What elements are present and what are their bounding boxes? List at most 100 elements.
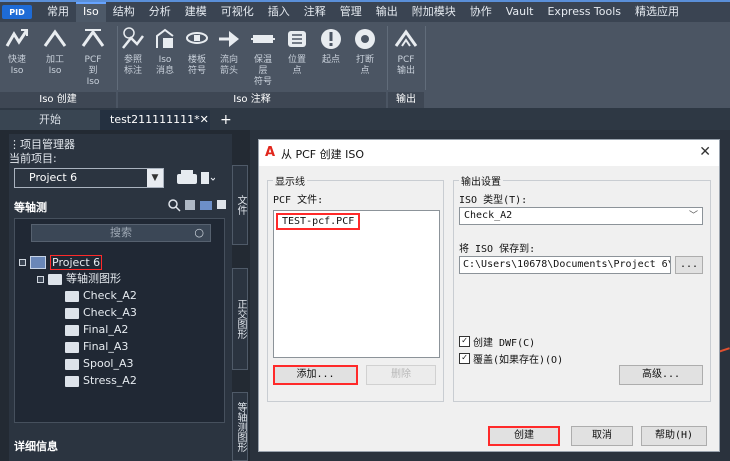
close-icon[interactable]: ✕: [699, 144, 711, 160]
tree-item-stress-a2[interactable]: Stress_A2: [65, 373, 137, 389]
collapse-toggle-icon[interactable]: [19, 258, 26, 266]
tree-node-iso-drawings[interactable]: 等轴测图形: [37, 271, 121, 287]
tab-drawing-active[interactable]: test211111111* ✕: [100, 110, 210, 130]
tree-item-check-a2[interactable]: Check_A2: [65, 288, 137, 304]
create-button[interactable]: 创建: [488, 426, 560, 446]
details-title: 详细信息: [14, 440, 58, 453]
production-iso-button[interactable]: 加工 Iso: [42, 26, 68, 77]
tree-item-check-a3[interactable]: Check_A3: [65, 305, 137, 321]
ribbon-tab-output[interactable]: 输出: [369, 2, 405, 22]
display-lines-group-label: 显示线: [273, 173, 307, 188]
iso-message-label: Iso: [158, 55, 172, 65]
insulation-symbol-button[interactable]: 保温层 符号: [250, 26, 276, 88]
advanced-button[interactable]: 高级...: [619, 365, 703, 385]
ribbon-tab-insert[interactable]: 插入: [261, 2, 297, 22]
location-point-label: 位置: [287, 55, 306, 65]
chevron-down-icon[interactable]: ▼: [147, 169, 163, 187]
help-button[interactable]: 帮助(H): [641, 426, 707, 446]
create-dwf-checkbox[interactable]: ✓ 创建 DWF(C): [459, 334, 535, 349]
tree-search-input[interactable]: 搜索 ○: [31, 224, 211, 242]
pcf-to-iso-button[interactable]: PCF 到 Iso: [80, 26, 106, 88]
pcf-output-label-2: 输出: [396, 66, 415, 76]
start-point-button[interactable]: 起点: [318, 26, 344, 66]
cancel-button[interactable]: 取消: [571, 426, 633, 446]
new-tab-button[interactable]: +: [210, 110, 242, 130]
reference-dimension-icon: [122, 27, 144, 49]
ribbon-tab-analysis[interactable]: 分析: [142, 2, 178, 22]
tree-node-project[interactable]: Project 6: [19, 254, 103, 270]
panel-separator: [425, 26, 426, 90]
ribbon-tab-structure[interactable]: 结构: [106, 2, 142, 22]
insulation-symbol-icon: [251, 35, 275, 43]
application-menu-button[interactable]: PID: [2, 5, 32, 19]
settings-icon[interactable]: [199, 198, 213, 212]
search-icon[interactable]: ○: [194, 225, 204, 241]
overwrite-checkbox[interactable]: ✓ 覆盖(如果存在)(O): [459, 351, 563, 366]
tree-item-spool-a3[interactable]: Spool_A3: [65, 356, 134, 372]
floor-symbol-label-2: 符号: [187, 66, 206, 76]
ribbon-tab-collaborate[interactable]: 协作: [463, 2, 499, 22]
iso-message-button[interactable]: Iso 消息: [152, 26, 178, 77]
pcf-to-iso-label: PCF 到: [84, 55, 102, 76]
ribbon-tab-iso[interactable]: Iso: [76, 2, 106, 22]
insulation-symbol-label-2: 符号: [253, 77, 272, 87]
tree-item-label: Stress_A2: [83, 374, 137, 387]
quick-iso-label-2: Iso: [10, 66, 24, 76]
tab-start[interactable]: 开始: [0, 110, 100, 130]
floor-symbol-button[interactable]: 楼板 符号: [184, 26, 210, 77]
ribbon-tab-annotate[interactable]: 注释: [297, 2, 333, 22]
more-icon[interactable]: [215, 198, 229, 212]
search-icon[interactable]: [167, 198, 181, 212]
ribbon-tab-featured-apps[interactable]: 精选应用: [628, 2, 686, 22]
save-path-input[interactable]: C:\Users\10678\Documents\Project 6\Iso: [459, 256, 671, 274]
save-iso-label: 将 ISO 保存到:: [459, 240, 536, 255]
ribbon-tab-bar: PID 常用 Iso 结构 分析 建模 可视化 插入 注释 管理 输出 附加模块…: [0, 0, 730, 22]
browse-button[interactable]: ...: [675, 256, 703, 274]
ribbon-tab-modeling[interactable]: 建模: [178, 2, 214, 22]
checkbox-checked-icon[interactable]: ✓: [459, 336, 470, 347]
reference-dimension-button[interactable]: 参照 标注: [120, 26, 146, 77]
tree-item-final-a2[interactable]: Final_A2: [65, 322, 128, 338]
current-project-dropdown[interactable]: Project 6 ▼: [14, 168, 164, 188]
print-icon[interactable]: [175, 168, 216, 191]
iso-type-icon: [65, 375, 79, 387]
flow-arrow-button[interactable]: 流向 箭头: [216, 26, 242, 77]
details-section: 详细信息: [9, 431, 232, 461]
dialog-title: 从 PCF 创建 ISO: [281, 148, 365, 161]
tab-close-icon[interactable]: ✕: [200, 110, 209, 130]
ribbon-tab-visualize[interactable]: 可视化: [214, 2, 261, 22]
location-point-button[interactable]: 位置点: [284, 26, 310, 77]
side-tab-iso-drawings[interactable]: 等轴测图形: [232, 392, 248, 461]
remove-button[interactable]: 删除: [366, 365, 436, 385]
collapse-toggle-icon[interactable]: [37, 275, 44, 283]
side-tab-ortho-drawings[interactable]: 正交图形: [232, 268, 248, 370]
panel-iso-create: 快速 Iso 加工 Iso PCF 到 Iso Iso 创建: [0, 22, 116, 108]
ribbon-tab-home[interactable]: 常用: [40, 2, 76, 22]
ribbon-tab-manage[interactable]: 管理: [333, 2, 369, 22]
pcf-output-button[interactable]: PCF 输出: [393, 26, 419, 77]
tree-item-label: Check_A3: [83, 306, 137, 319]
ribbon-panel-area: 快速 Iso 加工 Iso PCF 到 Iso Iso 创建 参照 标注 Iso 消息: [0, 22, 730, 108]
side-tab-files[interactable]: 文件: [232, 165, 248, 245]
overwrite-label: 覆盖(如果存在)(O): [473, 355, 564, 366]
checkbox-checked-icon[interactable]: ✓: [459, 353, 470, 364]
tree-item-label: Final_A2: [83, 323, 129, 336]
ribbon-tab-addins[interactable]: 附加模块: [405, 2, 463, 22]
output-settings-group-label: 输出设置: [459, 173, 503, 188]
flow-arrow-label-2: 箭头: [219, 66, 238, 76]
project-icon: [30, 255, 46, 269]
pcf-file-item[interactable]: TEST-pcf.PCF: [276, 213, 361, 230]
search-placeholder: 搜索: [110, 226, 132, 239]
iso-type-dropdown[interactable]: Check_A2 ﹀: [459, 207, 703, 225]
add-button[interactable]: 添加...: [273, 365, 358, 385]
location-point-label-2: 点: [292, 66, 302, 76]
pcf-file-list[interactable]: TEST-pcf.PCF: [273, 210, 440, 358]
properties-icon[interactable]: [183, 198, 197, 212]
tree-item-final-a3[interactable]: Final_A3: [65, 339, 128, 355]
break-point-button[interactable]: 打断点: [352, 26, 378, 77]
chevron-down-icon[interactable]: ﹀: [689, 208, 698, 224]
ribbon-tab-express-tools[interactable]: Express Tools: [540, 2, 628, 22]
quick-iso-button[interactable]: 快速 Iso: [4, 26, 30, 77]
pcf-output-icon: [394, 29, 418, 47]
ribbon-tab-vault[interactable]: Vault: [499, 2, 541, 22]
